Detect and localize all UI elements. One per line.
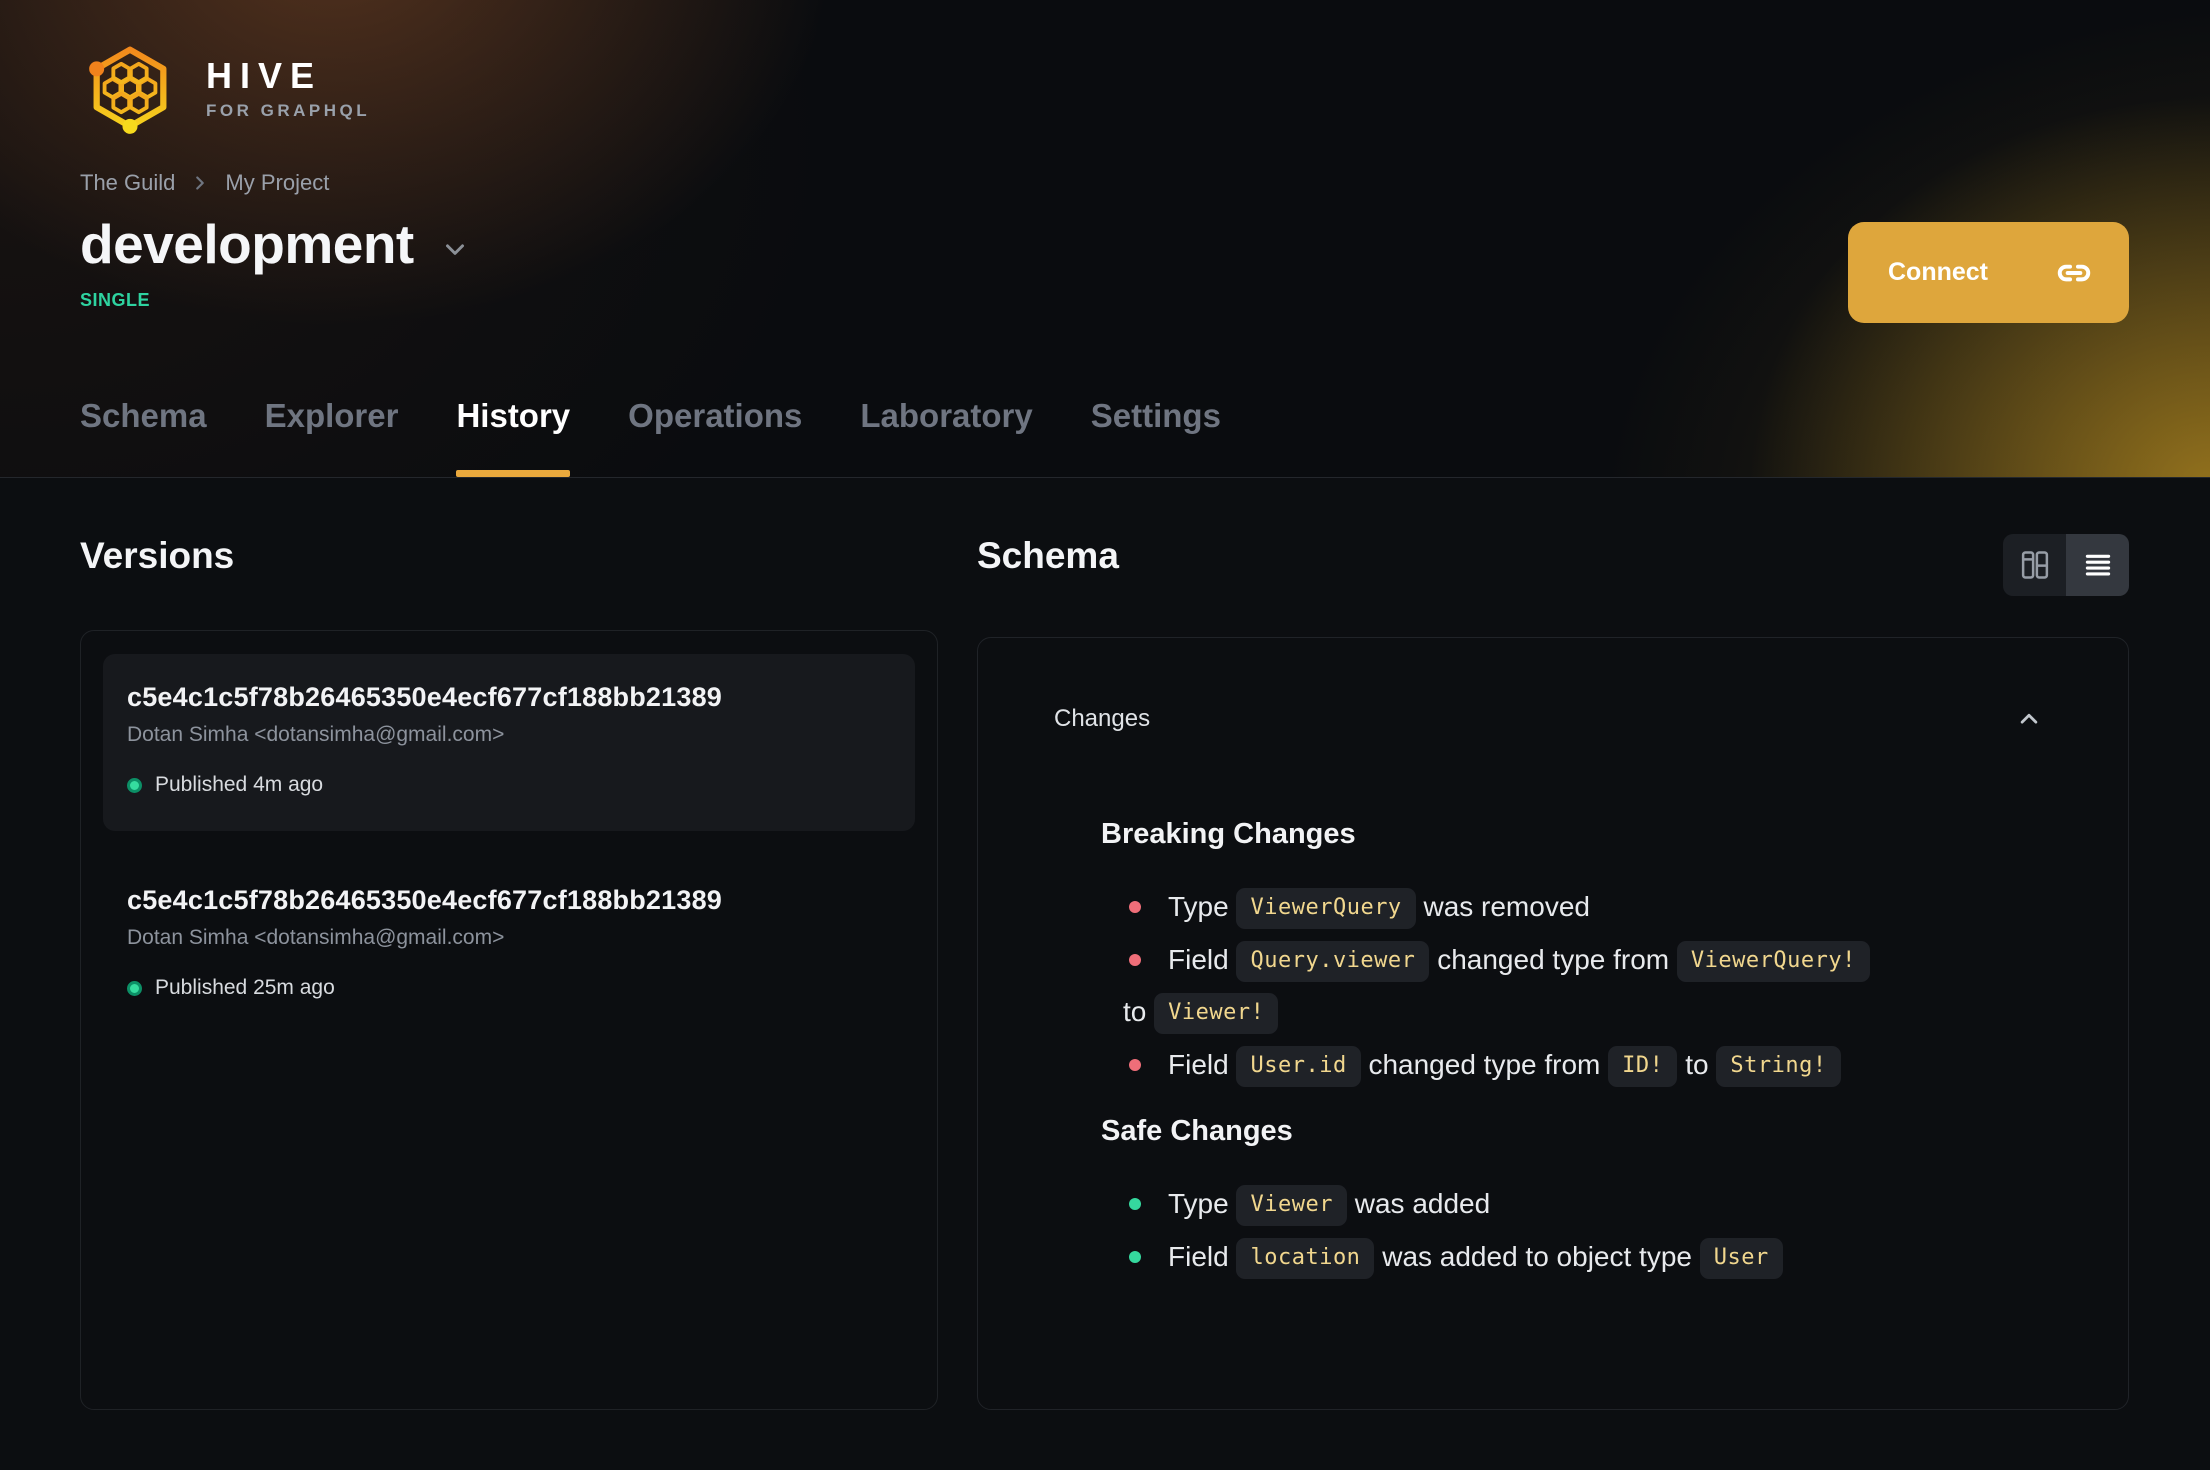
version-card[interactable]: c5e4c1c5f78b26465350e4ecf677cf188bb21389… [103,654,915,831]
severity-bullet-icon [1129,901,1141,913]
changes-section-items: Type Viewer was added Field location was … [1123,1178,2044,1283]
connect-button-label: Connect [1888,258,1988,286]
change-item: Field location was added to object type … [1123,1231,2044,1283]
chevron-down-icon[interactable] [440,234,470,264]
changes-body: Breaking Changes Type ViewerQuery was rem… [1054,814,2044,1283]
breadcrumb-project[interactable]: My Project [225,170,329,196]
version-status-text: Published 4m ago [155,773,324,796]
target-title: development [80,213,414,275]
change-item: Type ViewerQuery was removed [1123,881,2044,933]
code-chip: Viewer! [1154,993,1279,1034]
change-text: Field Query.viewer changed type from Vie… [1123,934,2044,1038]
chevron-up-icon[interactable] [2014,704,2044,734]
version-status-text: Published 25m ago [155,976,335,999]
change-text: Field User.id changed type from ID! to S… [1123,1039,2044,1091]
tab-settings[interactable]: Settings [1091,397,1221,477]
hive-logo[interactable]: HIVE FOR GRAPHQL [80,36,370,140]
severity-bullet-icon [1129,954,1141,966]
tab-laboratory[interactable]: Laboratory [860,397,1032,477]
version-hash: c5e4c1c5f78b26465350e4ecf677cf188bb21389 [127,885,722,915]
breadcrumb: The Guild My Project [80,170,2130,196]
changes-section-title: Breaking Changes [1101,818,1356,850]
tab-explorer[interactable]: Explorer [265,397,399,477]
changes-panel: Changes Breaking Changes Type ViewerQuery… [977,637,2129,1410]
tab-history[interactable]: History [456,397,570,477]
hive-logo-icon [80,36,180,140]
versions-column: Versions c5e4c1c5f78b26465350e4ecf677cf1… [80,534,938,1410]
version-author: Dotan Simha <dotansimha@gmail.com> [127,723,505,746]
brand-tagline: FOR GRAPHQL [206,101,371,120]
tab-bar: Schema Explorer History Operations Laborator… [80,397,1221,477]
code-chip: String! [1716,1046,1841,1087]
version-hash: c5e4c1c5f78b26465350e4ecf677cf188bb21389 [127,682,722,712]
target-mode-badge: SINGLE [80,290,151,310]
code-chip: User [1699,1238,1783,1279]
published-dot-icon [127,980,142,996]
changes-section-title: Safe Changes [1101,1115,1293,1147]
breadcrumb-org[interactable]: The Guild [80,170,175,196]
schema-title: Schema [977,535,1119,576]
change-item: Type Viewer was added [1123,1178,2044,1230]
version-card[interactable]: c5e4c1c5f78b26465350e4ecf677cf188bb21389… [103,857,915,1034]
code-chip: ViewerQuery! [1676,941,1870,982]
severity-bullet-icon [1129,1198,1141,1210]
version-status: Published 4m ago [127,773,891,797]
change-item: Field Query.viewer changed type from Vie… [1123,934,2044,1038]
view-toggle [2003,534,2129,596]
changes-label: Changes [1054,705,1151,732]
chevron-right-icon [189,172,211,194]
schema-column: Schema Changes Breaking Changes Type Vie… [977,534,2129,1410]
change-text: Field location was added to object type … [1123,1231,2044,1283]
severity-bullet-icon [1129,1251,1141,1263]
brand-name: HIVE [206,55,323,96]
code-chip: ID! [1608,1046,1678,1087]
code-chip: User.id [1236,1046,1361,1087]
change-text: Type ViewerQuery was removed [1123,881,2044,933]
tab-schema[interactable]: Schema [80,397,207,477]
main-content: Versions c5e4c1c5f78b26465350e4ecf677cf1… [0,478,2210,1410]
code-chip: Query.viewer [1236,941,1430,982]
change-item: Field User.id changed type from ID! to S… [1123,1039,2044,1091]
code-chip: ViewerQuery [1236,888,1416,929]
changes-section-items: Type ViewerQuery was removed Field Query.… [1123,881,2044,1091]
code-chip: Viewer [1236,1185,1347,1226]
tab-operations[interactable]: Operations [628,397,802,477]
link-icon [2055,254,2093,292]
severity-bullet-icon [1129,1059,1141,1071]
side-by-side-view-icon[interactable] [2003,534,2066,596]
list-view-icon[interactable] [2066,534,2129,596]
connect-button[interactable]: Connect [1848,222,2129,323]
versions-title: Versions [80,535,235,576]
app-header: HIVE FOR GRAPHQL The Guild My Project de… [0,0,2210,478]
version-author: Dotan Simha <dotansimha@gmail.com> [127,926,505,949]
published-dot-icon [127,777,142,793]
version-list: c5e4c1c5f78b26465350e4ecf677cf188bb21389… [80,630,938,1410]
version-status: Published 25m ago [127,976,891,1000]
code-chip: location [1236,1238,1375,1279]
change-text: Type Viewer was added [1123,1178,2044,1230]
